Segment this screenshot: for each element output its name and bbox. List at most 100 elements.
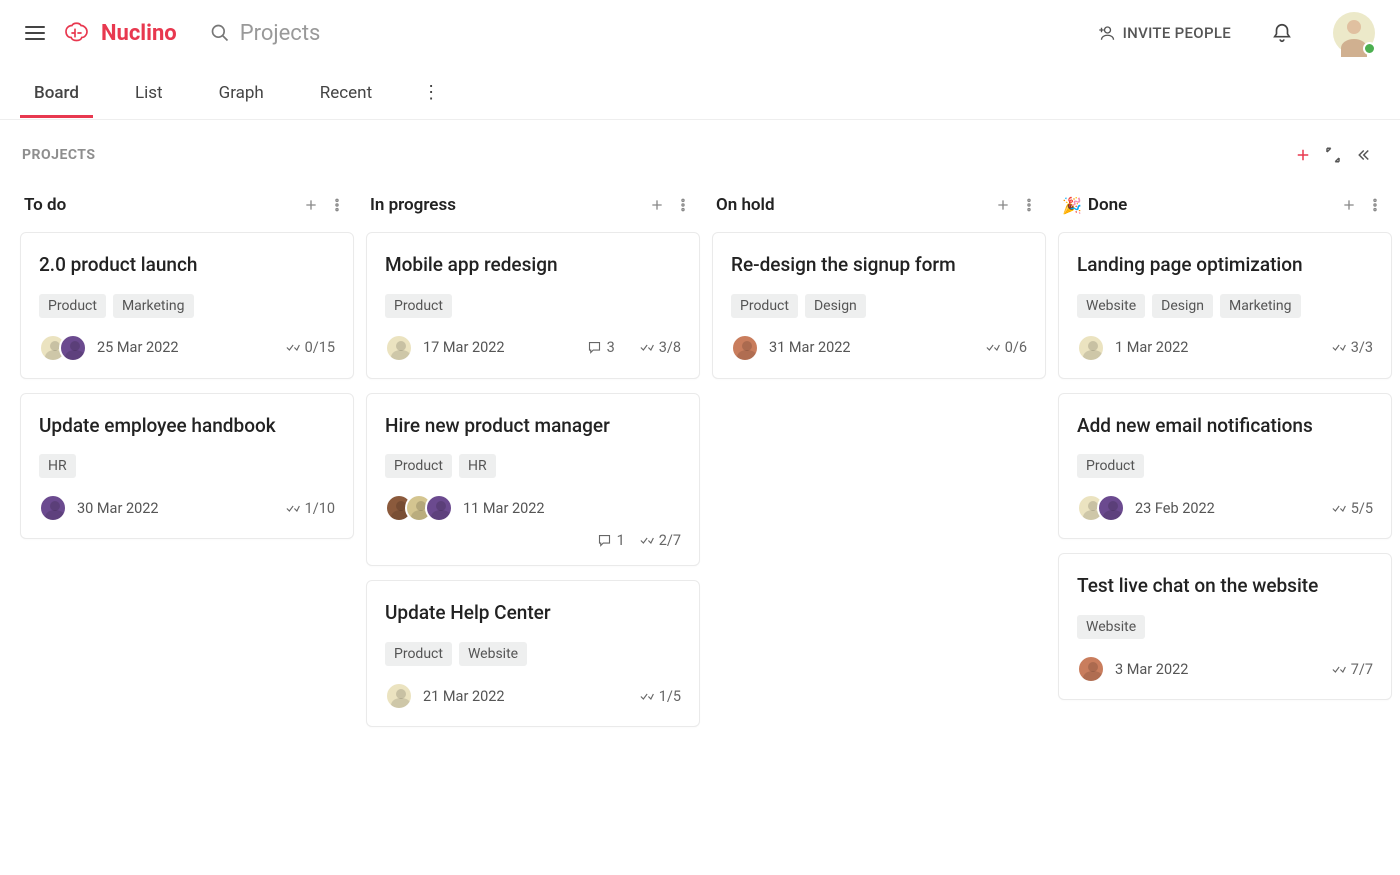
column-title: In progress	[370, 195, 644, 215]
avatar	[39, 494, 67, 522]
card-date: 25 Mar 2022	[97, 339, 179, 356]
tag: Design	[1152, 294, 1213, 318]
avatar	[1077, 655, 1105, 683]
column-menu-icon[interactable]	[324, 192, 350, 218]
search-placeholder: Projects	[240, 21, 321, 46]
brain-icon	[63, 22, 93, 44]
card-title: Hire new product manager	[385, 414, 681, 439]
column-done: 🎉 Done Landing page optimization Website Des…	[1058, 182, 1392, 714]
assignees	[385, 334, 413, 362]
user-avatar[interactable]	[1333, 12, 1375, 54]
checklist-count: 1/5	[639, 688, 681, 705]
tag: Product	[385, 294, 452, 318]
assignees	[1077, 494, 1125, 522]
card[interactable]: Landing page optimization Website Design Ma…	[1058, 232, 1392, 379]
card-title: Mobile app redesign	[385, 253, 681, 278]
comments-count: 3	[587, 339, 615, 356]
card[interactable]: Update employee handbookHR30 Mar 20221/1…	[20, 393, 354, 540]
tag: Website	[1077, 294, 1145, 318]
column-menu-icon[interactable]	[1016, 192, 1042, 218]
avatar	[1097, 494, 1125, 522]
card[interactable]: Test live chat on the website Website 3 Ma…	[1058, 553, 1392, 700]
column-to-do: To do2.0 product launchProductMarketing2…	[20, 182, 354, 553]
column-in-progress: In progress Mobile app redesign Product 17 …	[366, 182, 700, 741]
add-card-button[interactable]	[644, 192, 670, 218]
card-date: 21 Mar 2022	[423, 688, 505, 705]
assignees	[1077, 655, 1105, 683]
tab-graph[interactable]: Graph	[205, 69, 278, 117]
card-title: 2.0 product launch	[39, 253, 335, 278]
checklist-count: 2/7	[639, 532, 681, 549]
column-menu-icon[interactable]	[1362, 192, 1388, 218]
tag: Design	[805, 294, 866, 318]
card[interactable]: Mobile app redesign Product 17 Mar 2022 3 3/…	[366, 232, 700, 379]
checklist-count: 3/8	[639, 339, 681, 356]
assignees	[39, 494, 67, 522]
tag: Marketing	[1220, 294, 1301, 318]
avatar	[385, 334, 413, 362]
card[interactable]: Add new email notificationsProduct23 Feb…	[1058, 393, 1392, 540]
card-title: Landing page optimization	[1077, 253, 1373, 278]
add-card-button[interactable]	[990, 192, 1016, 218]
collapse-icon[interactable]	[1318, 140, 1348, 170]
tag: Product	[385, 454, 452, 478]
tab-board[interactable]: Board	[20, 69, 93, 117]
column-title: On hold	[716, 195, 990, 215]
tabs-more-icon[interactable]: ⋮	[414, 82, 448, 103]
card-date: 11 Mar 2022	[463, 500, 545, 517]
card-date: 3 Mar 2022	[1115, 661, 1188, 678]
column-menu-icon[interactable]	[670, 192, 696, 218]
checklist-count: 5/5	[1331, 500, 1373, 517]
card[interactable]: 2.0 product launchProductMarketing25 Mar…	[20, 232, 354, 379]
menu-toggle[interactable]	[25, 26, 45, 40]
card-date: 17 Mar 2022	[423, 339, 505, 356]
checklist-count: 7/7	[1331, 661, 1373, 678]
card-title: Update employee handbook	[39, 414, 335, 439]
logo[interactable]: Nuclino	[63, 21, 177, 46]
card[interactable]: Hire new product manager Product HR 11 Mar …	[366, 393, 700, 567]
column-title: Done	[1088, 195, 1336, 215]
search[interactable]: Projects	[210, 21, 321, 46]
checklist-count: 0/6	[985, 339, 1027, 356]
card-date: 30 Mar 2022	[77, 500, 159, 517]
tag: Website	[1077, 615, 1145, 639]
card-date: 31 Mar 2022	[769, 339, 851, 356]
comments-count: 1	[597, 532, 625, 549]
avatar	[731, 334, 759, 362]
notifications-icon[interactable]	[1271, 22, 1293, 44]
tag: Product	[731, 294, 798, 318]
assignees	[385, 682, 413, 710]
tag: Product	[1077, 454, 1144, 478]
assignees	[731, 334, 759, 362]
tab-list[interactable]: List	[121, 69, 177, 117]
add-card-button[interactable]	[1336, 192, 1362, 218]
card[interactable]: Update Help CenterProductWebsite21 Mar 2…	[366, 580, 700, 727]
column-on-hold: On holdRe-design the signup formProductD…	[712, 182, 1046, 393]
assignees	[39, 334, 87, 362]
card-title: Test live chat on the website	[1077, 574, 1373, 599]
logo-text: Nuclino	[101, 21, 177, 46]
avatar	[59, 334, 87, 362]
tab-recent[interactable]: Recent	[306, 69, 386, 117]
tag: Product	[385, 642, 452, 666]
checklist-count: 3/3	[1331, 339, 1373, 356]
checklist-count: 0/15	[285, 339, 335, 356]
assignees	[385, 494, 453, 522]
column-emoji: 🎉	[1062, 196, 1082, 215]
card[interactable]: Re-design the signup formProductDesign31…	[712, 232, 1046, 379]
invite-people-button[interactable]: INVITE PEOPLE	[1097, 24, 1231, 42]
avatar	[385, 682, 413, 710]
avatar	[425, 494, 453, 522]
tag: HR	[459, 454, 496, 478]
assignees	[1077, 334, 1105, 362]
add-column-button[interactable]	[1288, 140, 1318, 170]
avatar	[1077, 334, 1105, 362]
card-title: Update Help Center	[385, 601, 681, 626]
search-icon	[210, 23, 230, 43]
add-card-button[interactable]	[298, 192, 324, 218]
tag: Marketing	[113, 294, 194, 318]
hide-panel-icon[interactable]	[1348, 140, 1378, 170]
card-date: 1 Mar 2022	[1115, 339, 1188, 356]
invite-label: INVITE PEOPLE	[1123, 24, 1231, 42]
tag: HR	[39, 454, 76, 478]
